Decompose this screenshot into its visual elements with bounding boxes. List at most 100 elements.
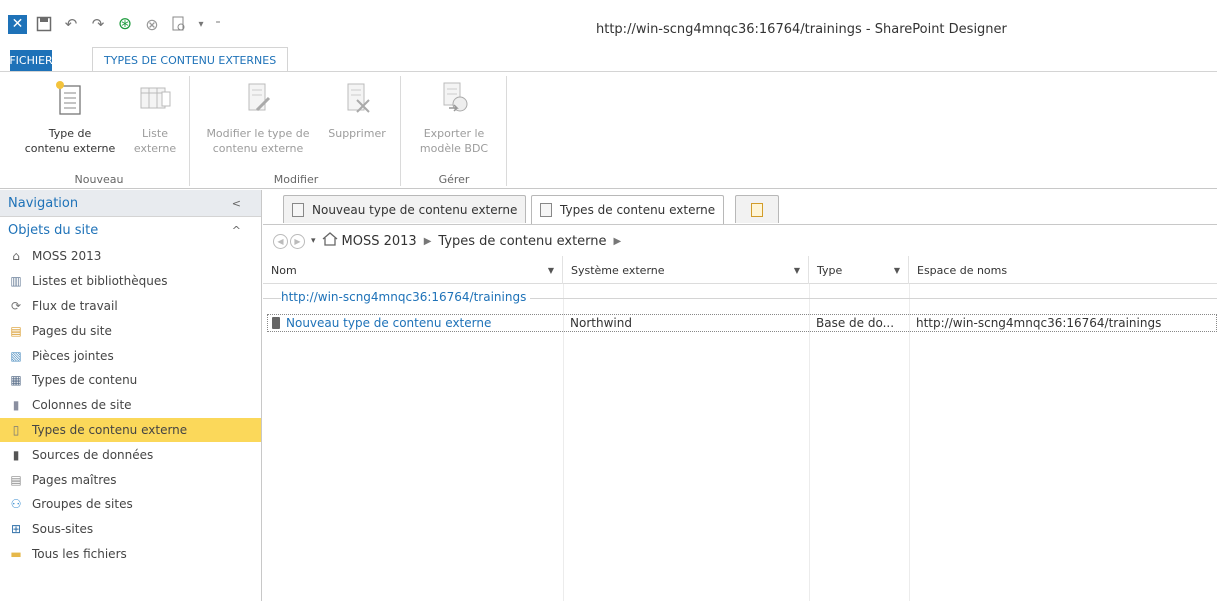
sidebar-item-label: Types de contenu externe xyxy=(32,422,188,437)
column-label: Type xyxy=(817,263,843,277)
breadcrumb-separator-icon: ▶ xyxy=(613,235,622,247)
tab-external-content-types[interactable]: Types de contenu externe xyxy=(531,195,725,224)
tab-label: Nouveau type de contenu externe xyxy=(312,202,518,217)
sidebar-item-colonnes-de-site[interactable]: ▮ Colonnes de site xyxy=(0,393,261,418)
external-content-types-table: Nom ▼ Système externe ▼ Type ▼ Espace de no… xyxy=(263,256,1217,601)
group-separator xyxy=(400,76,401,186)
column-label: Système externe xyxy=(571,263,665,277)
data-source-icon: ▮ xyxy=(12,447,20,462)
sort-dropdown-icon[interactable]: ▼ xyxy=(894,266,900,275)
tab-new-external-content-type[interactable]: Nouveau type de contenu externe xyxy=(283,195,527,223)
master-page-icon: ▤ xyxy=(10,472,22,487)
chevron-up-icon[interactable]: ^ xyxy=(232,224,241,237)
sidebar-item-pieces-jointes[interactable]: ▧ Pièces jointes xyxy=(0,343,261,368)
column-header-systeme-externe[interactable]: Système externe ▼ xyxy=(563,256,809,284)
external-content-type-icon: ▯ xyxy=(12,422,20,437)
new-tab-button[interactable] xyxy=(735,195,779,223)
sidebar-item-listes-et-bibliotheques[interactable]: ▥ Listes et bibliothèques xyxy=(0,269,261,294)
new-external-content-type-button[interactable]: Type de contenu externe xyxy=(14,80,126,156)
sidebar-item-label: Listes et bibliothèques xyxy=(32,274,168,289)
sidebar-item-label: Pages du site xyxy=(32,323,112,338)
navigation-header[interactable]: Navigation < xyxy=(0,190,261,217)
group-header[interactable]: http://win-scng4mnqc36:16764/trainings xyxy=(281,290,531,304)
button-label: Exporter le xyxy=(423,127,485,140)
customize-icon[interactable]: ⁼ xyxy=(213,14,223,34)
sidebar-item-label: Sous-sites xyxy=(32,522,94,537)
sidebar-item-moss-2013[interactable]: ⌂ MOSS 2013 xyxy=(0,244,261,269)
sidebar-item-tous-les-fichiers[interactable]: ▬ Tous les fichiers xyxy=(0,542,261,567)
save-icon[interactable] xyxy=(34,14,54,34)
row-type: Base de do... xyxy=(816,316,895,330)
back-icon[interactable]: ◀ xyxy=(273,233,288,249)
sidebar-item-flux-de-travail[interactable]: ⟳ Flux de travail xyxy=(0,294,261,319)
subsites-icon: ⊞ xyxy=(10,522,22,537)
sidebar-item-groupes-de-sites[interactable]: ⚇ Groupes de sites xyxy=(0,492,261,517)
external-list-icon xyxy=(126,80,184,126)
site-column-icon: ▮ xyxy=(12,398,20,413)
sort-dropdown-icon[interactable]: ▼ xyxy=(548,266,554,275)
new-tab-icon xyxy=(751,202,763,217)
button-label: Liste xyxy=(142,127,168,140)
sharepoint-designer-logo-icon[interactable]: ✕ xyxy=(8,14,27,34)
column-label: Espace de noms xyxy=(917,263,1008,277)
site-objects-header[interactable]: Objets du site ^ xyxy=(0,217,261,244)
sidebar-item-sous-sites[interactable]: ⊞ Sous-sites xyxy=(0,517,261,542)
sidebar-item-label: Flux de travail xyxy=(32,298,118,313)
row-name-cell[interactable]: Nouveau type de contenu externe xyxy=(272,315,491,331)
document-icon xyxy=(540,203,552,217)
breadcrumb-item-site[interactable]: MOSS 2013 xyxy=(342,234,417,249)
navigation-pane: Navigation < Objets du site ^ ⌂ MOSS 2013… xyxy=(0,190,262,601)
column-label: Nom xyxy=(271,263,297,277)
breadcrumb-item-external-content-types[interactable]: Types de contenu externe xyxy=(438,234,606,249)
sidebar-item-label: Pages maîtres xyxy=(32,472,117,487)
column-header-nom[interactable]: Nom ▼ xyxy=(263,256,563,284)
refresh-icon[interactable]: ⊛ xyxy=(115,14,135,34)
column-header-espace-de-noms[interactable]: Espace de noms xyxy=(909,256,1217,284)
edit-icon xyxy=(196,80,320,126)
list-icon: ▥ xyxy=(10,274,22,289)
breadcrumb: ◀ ▶ ▾ MOSS 2013 ▶ Types de contenu exter… xyxy=(263,226,1217,256)
site-pages-icon: ▤ xyxy=(10,323,22,338)
tab-types-de-contenu-externes[interactable]: TYPES DE CONTENU EXTERNES xyxy=(92,47,289,72)
group-label-nouveau: Nouveau xyxy=(74,173,124,186)
external-list-button[interactable]: Liste externe xyxy=(126,80,184,156)
sidebar-item-label: Sources de données xyxy=(32,447,154,462)
history-dropdown-icon[interactable]: ▾ xyxy=(311,236,316,246)
site-groups-icon: ⚇ xyxy=(10,497,22,512)
new-content-type-icon xyxy=(14,80,126,126)
tab-label: Types de contenu externe xyxy=(560,203,716,217)
window-title: http://win-scng4mnqc36:16764/trainings -… xyxy=(596,22,1007,37)
collapse-pane-icon[interactable]: < xyxy=(232,197,241,210)
sidebar-item-types-de-contenu[interactable]: ▦ Types de contenu xyxy=(0,368,261,393)
sidebar-item-pages-du-site[interactable]: ▤ Pages du site xyxy=(0,318,261,343)
export-icon xyxy=(406,80,502,126)
group-separator xyxy=(506,76,507,186)
forward-icon[interactable]: ▶ xyxy=(290,233,305,249)
stop-icon[interactable]: ⊗ xyxy=(142,14,162,34)
preview-icon[interactable] xyxy=(169,14,189,34)
table-row[interactable]: Nouveau type de contenu externe Northwin… xyxy=(267,314,1217,332)
button-label: contenu externe xyxy=(24,142,116,155)
row-external-system: Northwind xyxy=(570,316,632,330)
sidebar-item-pages-maitres[interactable]: ▤ Pages maîtres xyxy=(0,467,261,492)
sidebar-item-types-de-contenu-externe[interactable]: ▯ Types de contenu externe xyxy=(0,417,261,443)
column-header-type[interactable]: Type ▼ xyxy=(809,256,909,284)
sidebar-item-label: Groupes de sites xyxy=(32,497,133,512)
edit-external-content-type-button[interactable]: Modifier le type de contenu externe xyxy=(196,80,320,156)
delete-icon xyxy=(318,80,396,126)
delete-button[interactable]: Supprimer xyxy=(318,80,396,141)
row-namespace: http://win-scng4mnqc36:16764/trainings xyxy=(916,316,1162,330)
attachments-icon: ▧ xyxy=(10,348,22,363)
sidebar-item-label: Types de contenu xyxy=(32,373,138,388)
tab-fichier[interactable]: FICHIER xyxy=(9,50,53,71)
undo-icon[interactable]: ↶ xyxy=(61,14,81,34)
export-bdc-model-button[interactable]: Exporter le modèle BDC xyxy=(406,80,502,156)
sidebar-item-label: Tous les fichiers xyxy=(32,546,127,561)
redo-icon[interactable]: ↷ xyxy=(88,14,108,34)
sidebar-item-sources-de-donnees[interactable]: ▮ Sources de données xyxy=(0,442,261,467)
document-tabs: Nouveau type de contenu externe Types de… xyxy=(263,190,1217,225)
group-label-modifier: Modifier xyxy=(273,173,319,186)
sidebar-item-label: Pièces jointes xyxy=(32,348,114,363)
dropdown-icon[interactable]: ▾ xyxy=(196,14,206,34)
sort-dropdown-icon[interactable]: ▼ xyxy=(794,266,800,275)
